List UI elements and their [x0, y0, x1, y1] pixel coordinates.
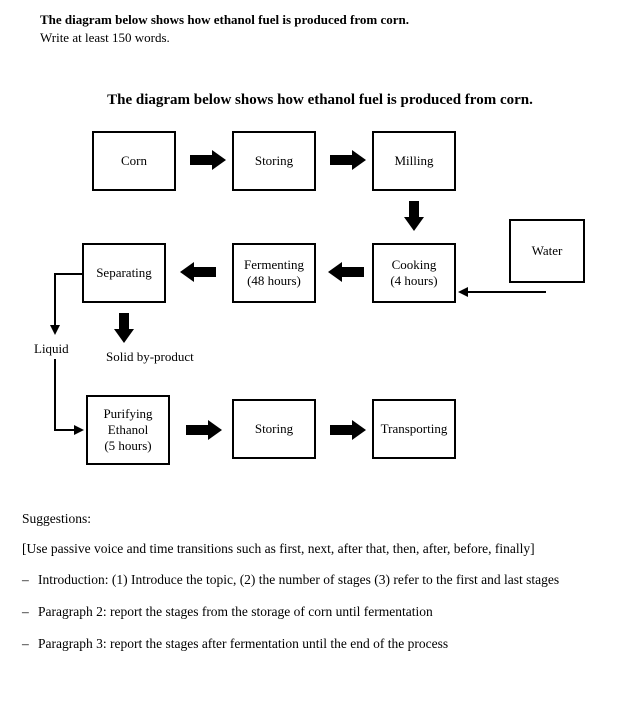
prompt-bold-text: The diagram below shows how ethanol fuel… [40, 12, 600, 28]
thin-line [54, 359, 56, 431]
node-storing-1: Storing [232, 131, 316, 191]
suggestions-bullet-1: Introduction: (1) Introduce the topic, (… [22, 571, 618, 589]
arrow-down-icon [50, 325, 60, 335]
arrow-right-icon [330, 425, 354, 435]
node-storing2-label: Storing [255, 421, 293, 437]
suggestions-bullet-3: Paragraph 3: report the stages after fer… [22, 635, 618, 653]
thin-line [54, 429, 76, 431]
label-liquid: Liquid [34, 341, 69, 357]
diagram-title: The diagram below shows how ethanol fuel… [0, 92, 640, 109]
prompt-sub-text: Write at least 150 words. [40, 30, 600, 46]
node-separating-label: Separating [96, 265, 152, 281]
task-prompt: The diagram below shows how ethanol fuel… [0, 12, 640, 54]
arrow-down-icon [119, 313, 129, 331]
thin-line [54, 273, 56, 327]
node-storing-2: Storing [232, 399, 316, 459]
bullet-text: Paragraph 2: report the stages from the … [38, 604, 433, 619]
node-fermenting-label: Fermenting (48 hours) [244, 257, 304, 290]
node-storing1-label: Storing [255, 153, 293, 169]
node-separating: Separating [82, 243, 166, 303]
suggestions-block: Suggestions: [Use passive voice and time… [0, 511, 640, 654]
node-transporting: Transporting [372, 399, 456, 459]
process-diagram: Corn Storing Milling Separating Fermenti… [20, 127, 620, 477]
thin-line [466, 291, 546, 293]
node-water: Water [509, 219, 585, 283]
arrow-left-icon [340, 267, 364, 277]
node-fermenting: Fermenting (48 hours) [232, 243, 316, 303]
arrow-right-icon [186, 425, 210, 435]
bullet-text: Paragraph 3: report the stages after fer… [38, 636, 448, 651]
arrow-right-icon [330, 155, 354, 165]
suggestions-bullet-2: Paragraph 2: report the stages from the … [22, 603, 618, 621]
node-purifying-label: Purifying Ethanol (5 hours) [103, 406, 152, 455]
thin-line [54, 273, 82, 275]
node-corn-label: Corn [121, 153, 147, 169]
node-corn: Corn [92, 131, 176, 191]
arrow-right-icon [74, 425, 84, 435]
node-milling-label: Milling [394, 153, 433, 169]
label-solid-byproduct: Solid by-product [106, 349, 194, 365]
bullet-text: Introduction: (1) Introduce the topic, (… [38, 572, 559, 587]
arrow-left-icon [192, 267, 216, 277]
node-water-label: Water [532, 243, 563, 259]
node-cooking: Cooking (4 hours) [372, 243, 456, 303]
suggestions-intro: [Use passive voice and time transitions … [22, 541, 618, 557]
suggestions-heading: Suggestions: [22, 511, 618, 527]
arrow-down-icon [409, 201, 419, 219]
node-milling: Milling [372, 131, 456, 191]
node-cooking-label: Cooking (4 hours) [390, 257, 437, 290]
node-purifying: Purifying Ethanol (5 hours) [86, 395, 170, 465]
arrow-left-icon [458, 287, 468, 297]
arrow-right-icon [190, 155, 214, 165]
node-transporting-label: Transporting [381, 421, 448, 437]
